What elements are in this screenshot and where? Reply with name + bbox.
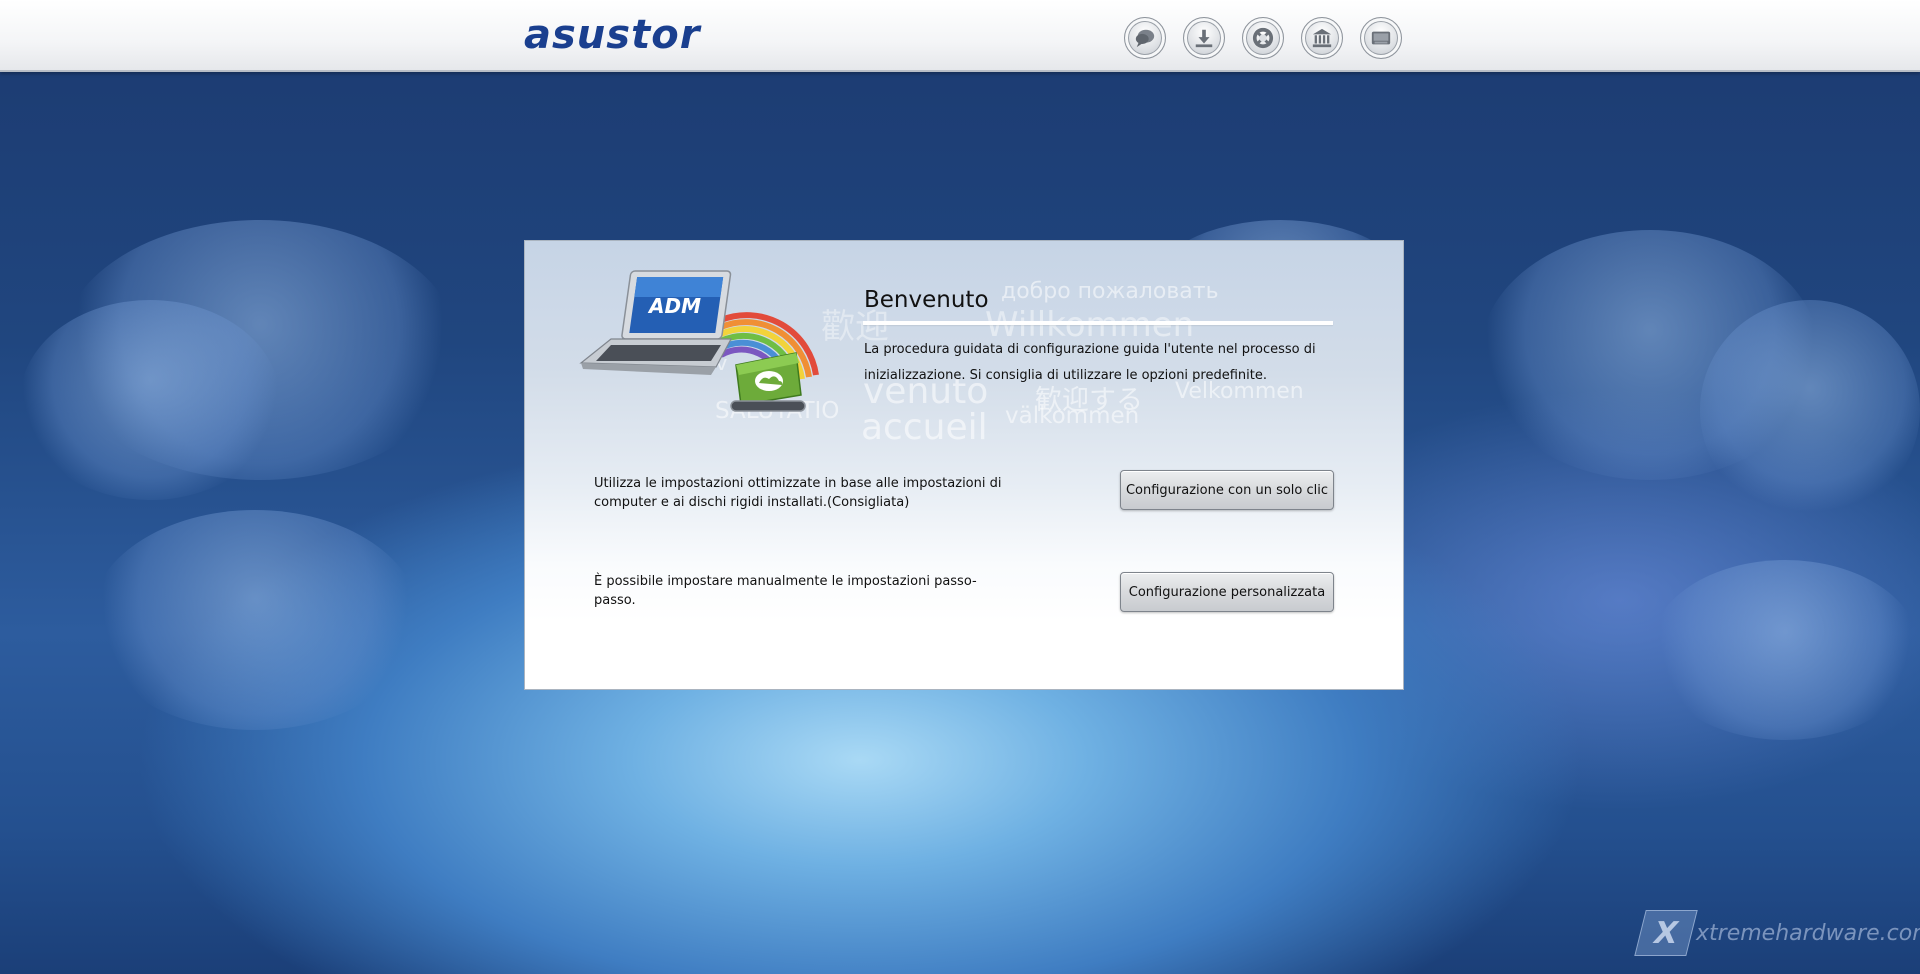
one-click-description: Utilizza le impostazioni ottimizzate in … [594, 476, 1002, 510]
site-watermark: X xtremehardware.com [1634, 910, 1920, 956]
header-icon-group [1124, 17, 1402, 59]
cloud-left-mid [20, 300, 280, 500]
institution-icon-glyph [1312, 28, 1332, 48]
keyboard-icon[interactable] [1360, 17, 1402, 59]
download-icon[interactable] [1183, 17, 1225, 59]
laptop-rainbow-illustration: ADM [579, 270, 819, 412]
site-watermark-x-icon: X [1634, 910, 1698, 956]
support-lifebuoy-icon-glyph [1252, 27, 1274, 49]
chat-bubble-icon-glyph [1135, 29, 1155, 48]
institution-icon[interactable] [1301, 17, 1343, 59]
welcome-word-russian: добро пожаловать [1001, 279, 1219, 304]
title-underline [863, 321, 1333, 325]
welcome-word-french: accueil [861, 407, 988, 448]
green-drive-graphic [730, 352, 806, 412]
one-click-setup-button[interactable]: Configurazione con un solo clic [1120, 470, 1334, 510]
cloud-right-low [1650, 560, 1920, 740]
welcome-word-swedish: välkommen [1005, 403, 1140, 429]
keyboard-icon-glyph [1371, 31, 1391, 45]
setup-wizard-dialog: добро пожаловать 歡迎 Willkommen venuto 歓迎… [524, 240, 1404, 690]
logo-text: asustor [524, 12, 701, 58]
dialog-title: Benvenuto [864, 287, 989, 313]
download-icon-glyph [1195, 29, 1213, 48]
intro-text: La procedura guidata di configurazione g… [864, 342, 1316, 383]
site-watermark-glyph: X [1650, 915, 1682, 951]
cloud-right-mid [1700, 300, 1920, 520]
chat-bubble-icon[interactable] [1124, 17, 1166, 59]
top-header-bar: asustor [0, 0, 1920, 72]
asustor-logo: asustor [524, 12, 700, 58]
desktop-background: asustor добро пожаловать 歡迎 Willkommen v… [0, 0, 1920, 974]
laptop-screen-logo: ADM [647, 294, 701, 318]
custom-setup-description: È possibile impostare manualmente le imp… [594, 574, 977, 608]
support-lifebuoy-icon[interactable] [1242, 17, 1284, 59]
custom-setup-button[interactable]: Configurazione personalizzata [1120, 572, 1334, 612]
cloud-left-low [90, 510, 420, 730]
site-watermark-text: xtremehardware.com [1696, 920, 1920, 946]
